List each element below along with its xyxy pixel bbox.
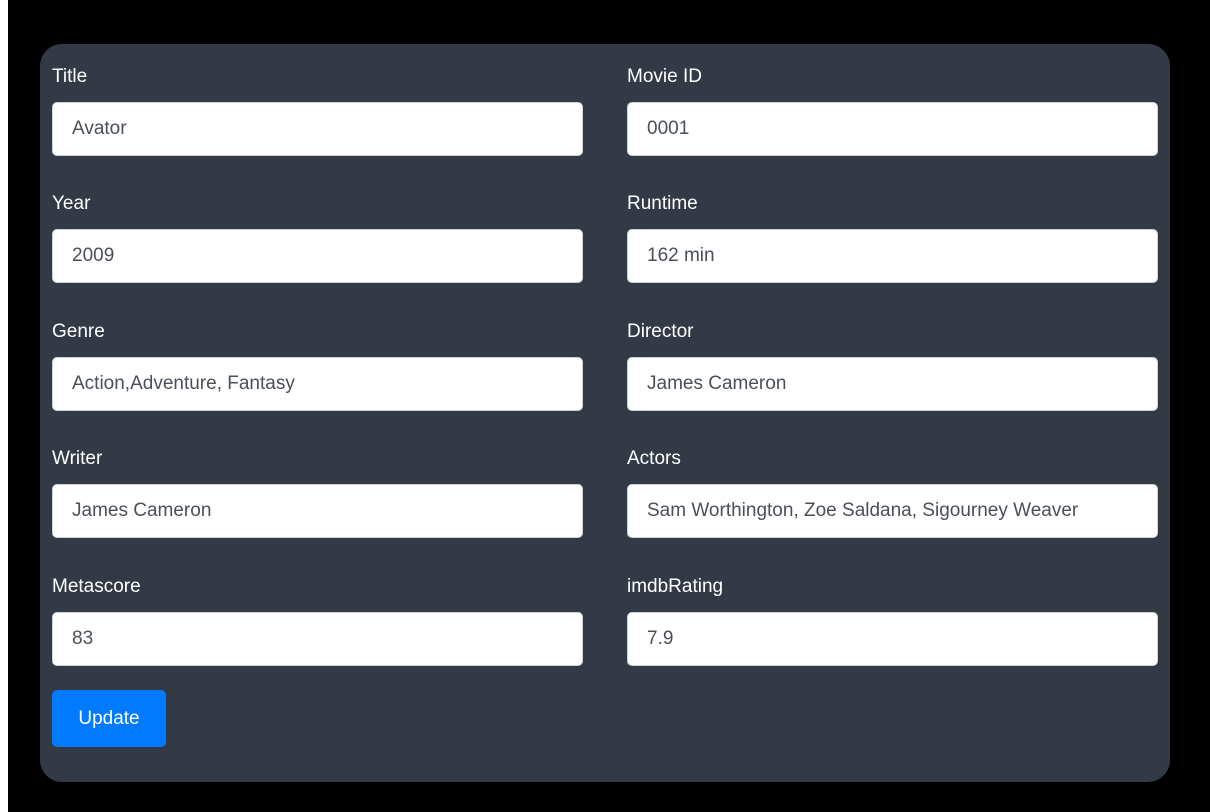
genre-label: Genre — [52, 321, 105, 342]
metascore-label: Metascore — [52, 576, 141, 597]
writer-label: Writer — [52, 448, 103, 469]
title-label: Title — [52, 66, 88, 87]
movie-id-input[interactable] — [627, 102, 1158, 156]
runtime-label: Runtime — [627, 193, 698, 214]
actors-label: Actors — [627, 448, 681, 469]
year-label: Year — [52, 193, 91, 214]
imdb-rating-label: imdbRating — [627, 576, 724, 597]
director-label: Director — [627, 321, 694, 342]
year-input[interactable] — [52, 229, 583, 283]
actors-input[interactable] — [627, 484, 1158, 538]
title-input[interactable] — [52, 102, 583, 156]
movie-edit-form: Title Movie ID Year Runtime Genre Direct… — [40, 44, 1170, 782]
metascore-input[interactable] — [52, 612, 583, 666]
runtime-input[interactable] — [627, 229, 1158, 283]
writer-input[interactable] — [52, 484, 583, 538]
genre-input[interactable] — [52, 357, 583, 411]
imdb-rating-input[interactable] — [627, 612, 1158, 666]
director-input[interactable] — [627, 357, 1158, 411]
window-edge — [0, 0, 8, 812]
update-button[interactable]: Update — [52, 690, 166, 747]
movie-id-label: Movie ID — [627, 66, 702, 87]
